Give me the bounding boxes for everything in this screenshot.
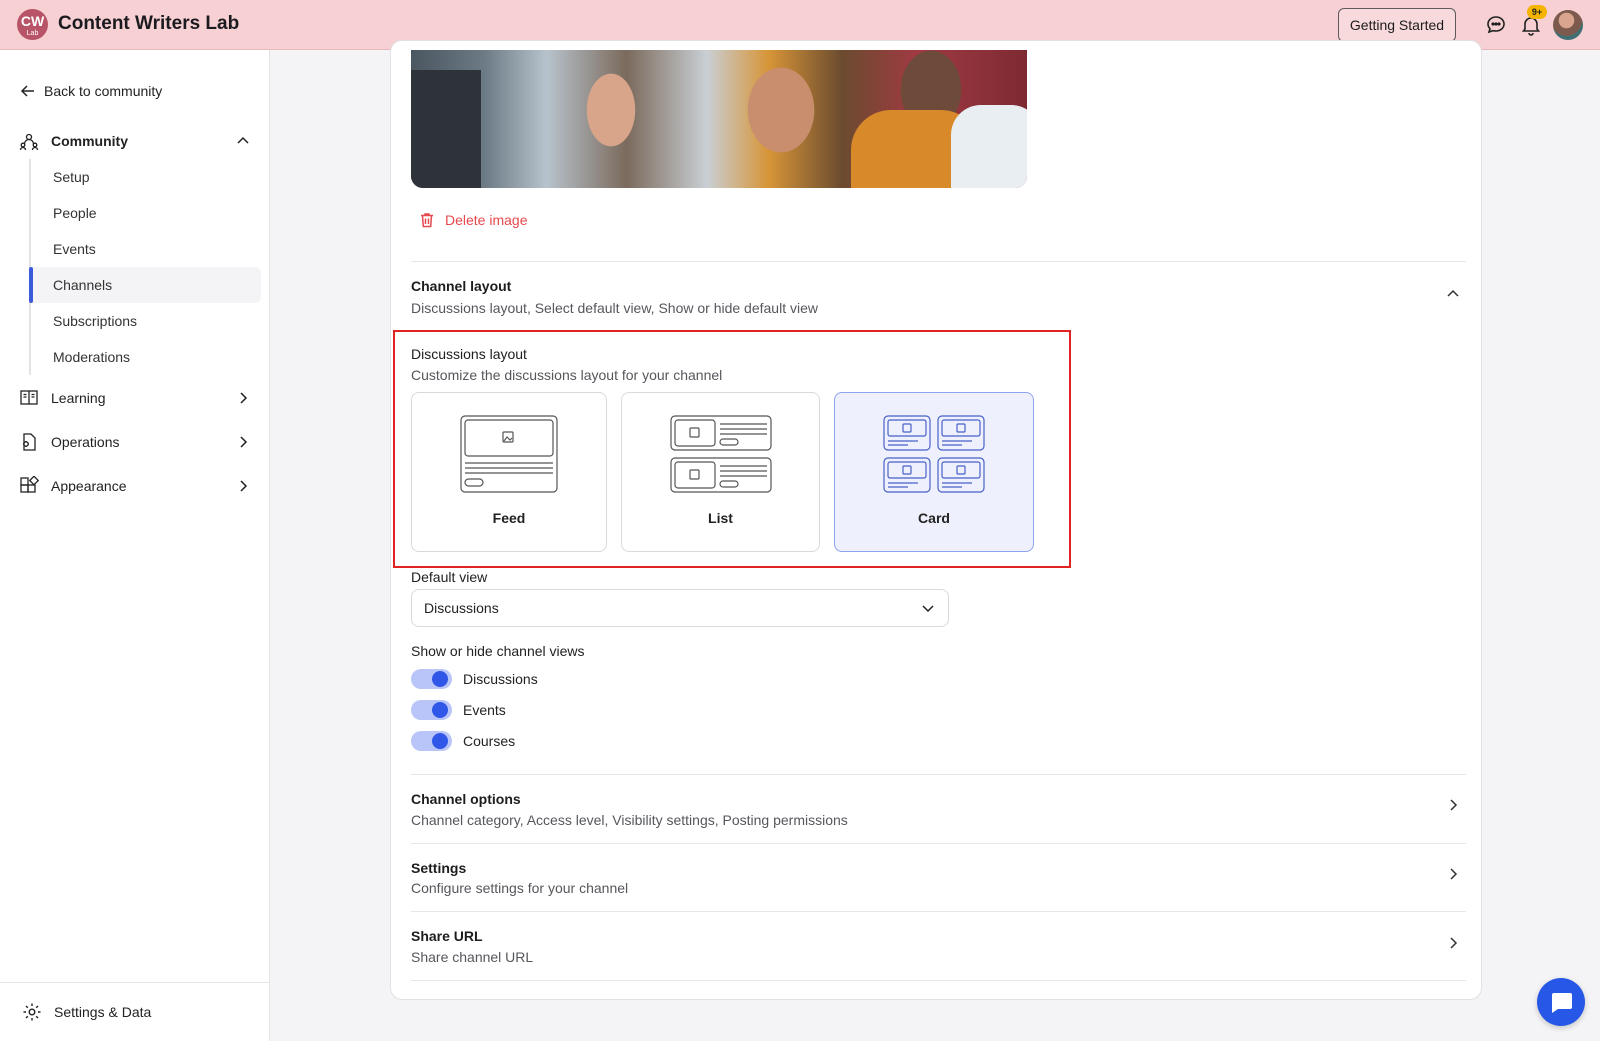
notification-badge: 9+ <box>1527 5 1547 19</box>
toggle-label: Events <box>463 702 506 718</box>
trash-icon <box>421 213 433 228</box>
card-label: Card <box>918 510 950 526</box>
arrow-left-icon <box>20 85 34 97</box>
book-icon <box>20 390 38 405</box>
channel-layout-title[interactable]: Channel layout <box>411 278 511 294</box>
divider <box>411 911 1466 912</box>
sidebar-section-learning[interactable]: Learning <box>19 388 251 408</box>
chevron-right-icon[interactable] <box>1445 866 1461 882</box>
appearance-icon <box>20 476 39 493</box>
toggle-row-discussions: Discussions <box>411 669 538 689</box>
learning-label: Learning <box>51 390 106 406</box>
default-view-label: Default view <box>411 569 488 585</box>
sidebar-section-operations[interactable]: Operations <box>19 432 251 452</box>
sidebar-section-community[interactable]: Community <box>19 131 251 151</box>
chevron-right-icon[interactable] <box>235 478 251 494</box>
share-url-title[interactable]: Share URL <box>411 928 483 944</box>
toggle-row-events: Events <box>411 700 506 720</box>
sidebar-item-channels[interactable]: Channels <box>29 267 261 303</box>
sidebar-item-moderations[interactable]: Moderations <box>31 339 261 375</box>
feed-label: Feed <box>492 510 526 526</box>
chat-bubble-icon[interactable] <box>1484 13 1508 37</box>
chevron-up-icon[interactable] <box>235 133 251 149</box>
layout-option-card[interactable]: Card <box>834 392 1034 552</box>
discussions-layout-title: Discussions layout <box>411 346 527 362</box>
chevron-right-icon[interactable] <box>1445 797 1461 813</box>
community-icon <box>19 133 39 151</box>
channel-cover-image <box>411 50 1027 188</box>
sidebar-item-label: Moderations <box>53 349 131 365</box>
discussions-layout-subtitle: Customize the discussions layout for you… <box>411 367 723 383</box>
chevron-right-icon[interactable] <box>235 390 251 406</box>
toggle-label: Courses <box>463 733 516 749</box>
settings-and-data-label: Settings & Data <box>54 1004 152 1020</box>
sidebar-item-label: Channels <box>53 277 113 293</box>
list-layout-icon <box>669 415 772 493</box>
gear-icon <box>23 1003 41 1021</box>
getting-started-button[interactable]: Getting Started <box>1338 8 1456 42</box>
list-label: List <box>708 510 733 526</box>
app-title: Content Writers Lab <box>58 13 240 34</box>
delete-image-label: Delete image <box>445 212 528 228</box>
delete-image-button[interactable]: Delete image <box>418 211 528 229</box>
layout-option-feed[interactable]: Feed <box>411 392 607 552</box>
share-url-subtitle: Share channel URL <box>411 949 534 965</box>
divider <box>411 980 1466 981</box>
chevron-right-icon[interactable] <box>235 434 251 450</box>
support-chat-button[interactable] <box>1537 978 1585 1026</box>
operations-label: Operations <box>51 434 120 450</box>
divider <box>411 261 1466 262</box>
settings-subtitle: Configure settings for your channel <box>411 880 629 896</box>
app-logo[interactable]: CW Lab <box>17 9 48 40</box>
sidebar-item-label: Events <box>53 241 96 257</box>
settings-and-data-link[interactable]: Settings & Data <box>0 982 269 1041</box>
default-view-select[interactable]: Discussions <box>411 589 949 627</box>
events-toggle[interactable] <box>411 700 452 720</box>
channel-options-subtitle: Channel category, Access level, Visibili… <box>411 812 848 828</box>
chat-icon <box>1552 993 1572 1013</box>
card-layout-icon <box>883 415 985 493</box>
default-view-value: Discussions <box>424 600 499 616</box>
back-label: Back to community <box>44 83 163 99</box>
divider <box>411 774 1466 775</box>
back-to-community-link[interactable]: Back to community <box>20 83 162 99</box>
layout-option-list[interactable]: List <box>621 392 820 552</box>
logo-subtext: Lab <box>26 30 39 37</box>
sidebar-section-appearance[interactable]: Appearance <box>19 476 251 496</box>
settings-title[interactable]: Settings <box>411 860 466 876</box>
sidebar-item-events[interactable]: Events <box>31 231 261 267</box>
discussions-toggle[interactable] <box>411 669 452 689</box>
community-label: Community <box>51 133 128 149</box>
toggle-label: Discussions <box>463 671 538 687</box>
sidebar-item-people[interactable]: People <box>31 195 261 231</box>
channel-views-label: Show or hide channel views <box>411 643 585 659</box>
channel-options-title[interactable]: Channel options <box>411 791 521 807</box>
channel-layout-subtitle: Discussions layout, Select default view,… <box>411 300 818 316</box>
feed-layout-icon <box>460 415 558 493</box>
sidebar-item-setup[interactable]: Setup <box>31 159 261 195</box>
community-subnav: Setup People Events Channels Subscriptio… <box>29 159 261 375</box>
sidebar-item-label: Setup <box>53 169 90 185</box>
sidebar: Back to community Community Setup People… <box>0 50 270 1041</box>
courses-toggle[interactable] <box>411 731 452 751</box>
divider <box>411 843 1466 844</box>
chevron-right-icon[interactable] <box>1445 935 1461 951</box>
logo-text: CW <box>20 13 45 29</box>
operations-icon <box>23 433 36 451</box>
sidebar-item-label: Subscriptions <box>53 313 138 329</box>
user-avatar[interactable] <box>1553 10 1583 40</box>
toggle-row-courses: Courses <box>411 731 515 751</box>
sidebar-item-label: People <box>53 205 97 221</box>
chevron-down-icon <box>922 605 934 613</box>
appearance-label: Appearance <box>51 478 127 494</box>
chevron-up-icon[interactable] <box>1445 286 1461 302</box>
sidebar-item-subscriptions[interactable]: Subscriptions <box>31 303 261 339</box>
